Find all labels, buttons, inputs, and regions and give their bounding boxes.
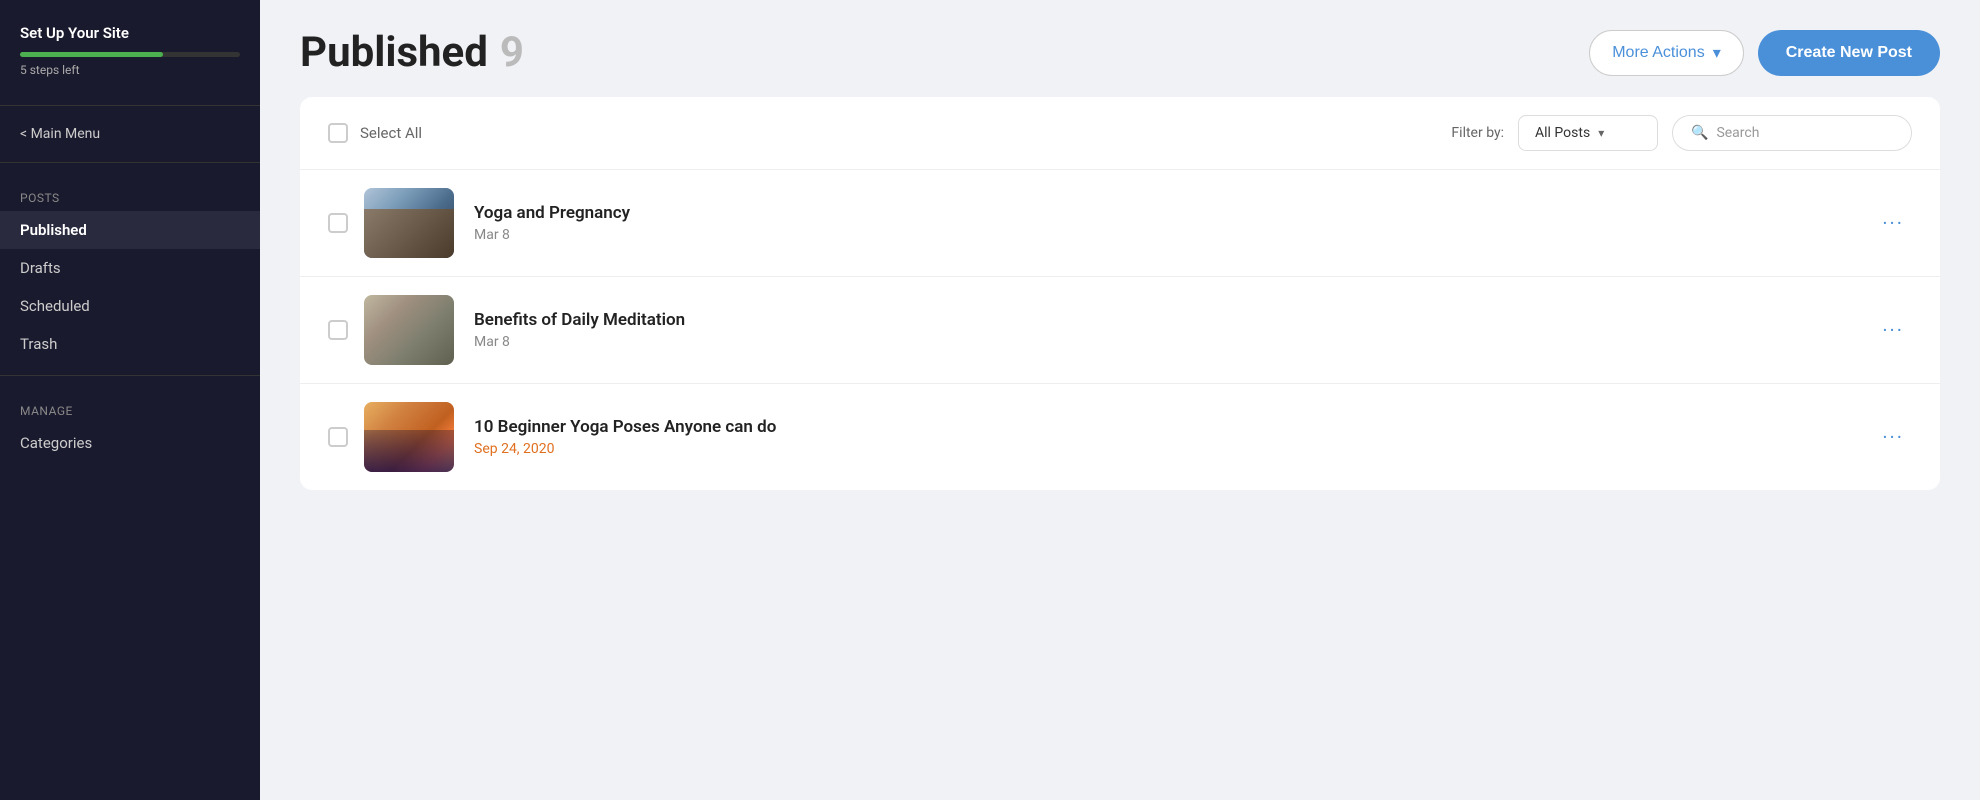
post-info: Benefits of Daily Meditation Mar 8 (474, 310, 1874, 350)
more-actions-chevron-icon: ▾ (1713, 43, 1721, 63)
page-header: Published 9 More Actions ▾ Create New Po… (260, 0, 1980, 97)
post-title: Yoga and Pregnancy (474, 203, 1874, 223)
posts-list: Yoga and Pregnancy Mar 8 ··· Benefits of… (300, 170, 1940, 490)
create-post-label: Create New Post (1786, 44, 1912, 61)
post-more-button[interactable]: ··· (1874, 314, 1912, 346)
create-post-button[interactable]: Create New Post (1758, 30, 1940, 76)
main-menu-button[interactable]: < Main Menu (0, 118, 260, 150)
post-list-item: Yoga and Pregnancy Mar 8 ··· (300, 170, 1940, 277)
header-actions: More Actions ▾ Create New Post (1589, 30, 1940, 76)
sidebar-manage-divider (0, 375, 260, 376)
posts-section-label: Posts (0, 175, 260, 211)
select-all-area: Select All (328, 123, 422, 143)
toolbar: Select All Filter by: All Posts ▾ 🔍 Sear… (300, 97, 1940, 170)
search-box[interactable]: 🔍 Search (1672, 115, 1912, 151)
post-select-checkbox[interactable] (328, 320, 348, 340)
post-select-checkbox[interactable] (328, 213, 348, 233)
steps-left: 5 steps left (20, 63, 240, 77)
sidebar-item-published[interactable]: Published (0, 211, 260, 249)
post-list-item: 10 Beginner Yoga Poses Anyone can do Sep… (300, 384, 1940, 490)
post-list-item: Benefits of Daily Meditation Mar 8 ··· (300, 277, 1940, 384)
more-actions-label: More Actions (1612, 44, 1704, 62)
post-info: 10 Beginner Yoga Poses Anyone can do Sep… (474, 417, 1874, 457)
site-title: Set Up Your Site (20, 24, 240, 42)
post-info: Yoga and Pregnancy Mar 8 (474, 203, 1874, 243)
post-checkbox[interactable] (328, 320, 348, 340)
post-count: 9 (500, 28, 524, 77)
more-actions-button[interactable]: More Actions ▾ (1589, 30, 1744, 76)
post-title: 10 Beginner Yoga Poses Anyone can do (474, 417, 1874, 437)
sidebar-divider (0, 105, 260, 106)
sidebar-item-drafts-label: Drafts (20, 259, 61, 277)
filter-chevron-icon: ▾ (1598, 126, 1604, 140)
post-thumbnail (364, 295, 454, 365)
post-date: Mar 8 (474, 334, 1874, 350)
post-thumbnail (364, 188, 454, 258)
sidebar-item-published-label: Published (20, 221, 87, 239)
main-menu-label: < Main Menu (20, 126, 100, 142)
filter-by-label: Filter by: (1451, 125, 1504, 141)
sidebar-item-trash-label: Trash (20, 335, 57, 353)
sidebar-item-trash[interactable]: Trash (0, 325, 260, 363)
toolbar-right: Filter by: All Posts ▾ 🔍 Search (1451, 115, 1912, 151)
header-left: Published 9 (300, 28, 524, 77)
progress-bar-fill (20, 52, 163, 57)
post-date: Sep 24, 2020 (474, 441, 1874, 457)
search-placeholder: Search (1716, 125, 1759, 141)
sidebar-item-scheduled[interactable]: Scheduled (0, 287, 260, 325)
post-select-checkbox[interactable] (328, 427, 348, 447)
post-thumbnail-image (364, 188, 454, 258)
post-thumbnail (364, 402, 454, 472)
post-thumbnail-image (364, 295, 454, 365)
sidebar-item-categories-label: Categories (20, 434, 92, 452)
filter-option-label: All Posts (1535, 125, 1590, 141)
post-thumbnail-image (364, 402, 454, 472)
progress-bar-container (20, 52, 240, 57)
post-more-button[interactable]: ··· (1874, 421, 1912, 453)
post-checkbox[interactable] (328, 427, 348, 447)
main-content: Published 9 More Actions ▾ Create New Po… (260, 0, 1980, 800)
sidebar-item-scheduled-label: Scheduled (20, 297, 90, 315)
post-checkbox[interactable] (328, 213, 348, 233)
search-icon: 🔍 (1691, 125, 1708, 141)
select-all-label[interactable]: Select All (360, 124, 422, 142)
sidebar: Set Up Your Site 5 steps left < Main Men… (0, 0, 260, 800)
select-all-checkbox[interactable] (328, 123, 348, 143)
post-title: Benefits of Daily Meditation (474, 310, 1874, 330)
page-title: Published (300, 28, 488, 77)
post-date: Mar 8 (474, 227, 1874, 243)
manage-section-label: Manage (0, 388, 260, 424)
sidebar-section-divider (0, 162, 260, 163)
sidebar-item-drafts[interactable]: Drafts (0, 249, 260, 287)
content-area: Select All Filter by: All Posts ▾ 🔍 Sear… (300, 97, 1940, 490)
sidebar-item-categories[interactable]: Categories (0, 424, 260, 462)
filter-dropdown[interactable]: All Posts ▾ (1518, 115, 1658, 151)
post-more-button[interactable]: ··· (1874, 207, 1912, 239)
